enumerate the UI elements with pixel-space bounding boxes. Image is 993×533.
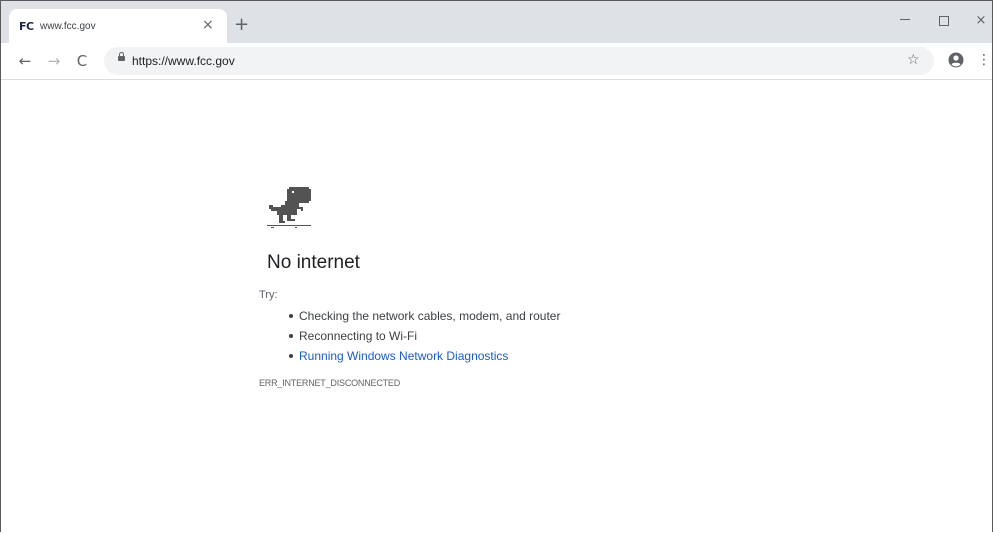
suggestion-reconnect-wifi: Reconnecting to Wi-Fi: [289, 326, 560, 346]
reload-button[interactable]: C: [73, 52, 91, 70]
url-text[interactable]: https://www.fcc.gov: [132, 54, 235, 68]
star-icon[interactable]: ☆: [907, 52, 920, 68]
tab-fcc[interactable]: FC www.fcc.gov ×: [9, 9, 227, 43]
try-label: Try:: [259, 289, 278, 301]
network-diagnostics-link[interactable]: Running Windows Network Diagnostics: [289, 346, 560, 366]
new-tab-button[interactable]: +: [234, 16, 249, 34]
suggestion-check-cables: Checking the network cables, modem, and …: [289, 306, 560, 326]
fcc-logo-icon: FC: [19, 20, 34, 33]
browser-toolbar: ← → C https://www.fcc.gov ☆ ⋮: [1, 43, 992, 80]
error-code: ERR_INTERNET_DISCONNECTED: [259, 378, 401, 388]
more-vertical-icon[interactable]: ⋮: [977, 52, 991, 68]
forward-button[interactable]: →: [45, 52, 63, 70]
error-title: No internet: [267, 252, 360, 273]
suggestion-list: Checking the network cables, modem, and …: [289, 306, 560, 366]
dinosaur-icon[interactable]: [267, 187, 311, 229]
browser-window: FC www.fcc.gov × + × ← → C https://www.f…: [0, 0, 993, 532]
maximize-button[interactable]: [930, 11, 956, 31]
account-circle-icon[interactable]: [948, 52, 964, 68]
lock-icon[interactable]: [118, 52, 125, 61]
tab-close-icon[interactable]: ×: [202, 17, 214, 33]
error-page: No internet Try: Checking the network ca…: [1, 80, 992, 532]
tab-strip: FC www.fcc.gov × + ×: [1, 1, 992, 43]
tab-title: www.fcc.gov: [40, 21, 96, 32]
minimize-button[interactable]: [892, 11, 918, 31]
window-close-button[interactable]: ×: [968, 11, 992, 31]
back-button[interactable]: ←: [16, 52, 34, 70]
address-bar[interactable]: https://www.fcc.gov ☆: [104, 47, 934, 75]
